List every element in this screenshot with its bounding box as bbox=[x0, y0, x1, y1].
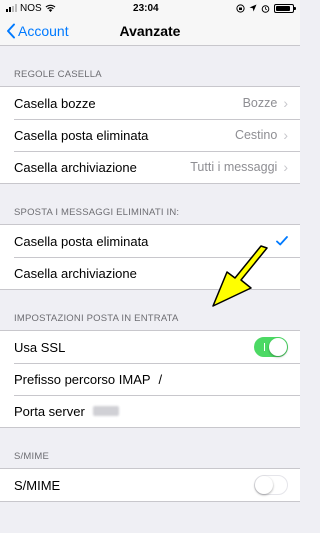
chevron-left-icon bbox=[7, 23, 15, 39]
row-label: S/MIME bbox=[14, 477, 61, 493]
screen-lock-icon bbox=[236, 3, 245, 13]
checkmark-icon bbox=[276, 236, 288, 246]
back-button[interactable]: Account bbox=[6, 16, 69, 46]
drafts-mailbox-row[interactable]: Casella bozze Bozze › bbox=[0, 87, 300, 119]
rules-group: Casella bozze Bozze › Casella posta elim… bbox=[0, 86, 300, 184]
signal-icon bbox=[6, 4, 17, 12]
server-port-row[interactable]: Porta server bbox=[0, 395, 300, 427]
carrier-label: NOS bbox=[20, 2, 42, 14]
battery-fill bbox=[276, 5, 291, 11]
chevron-right-icon: › bbox=[283, 127, 288, 143]
archive-mailbox-row[interactable]: Casella archiviazione Tutti i messaggi › bbox=[0, 151, 300, 183]
row-value: Bozze bbox=[242, 96, 278, 110]
page-title: Avanzate bbox=[119, 22, 181, 39]
wifi-icon bbox=[45, 4, 56, 12]
smime-toggle[interactable] bbox=[254, 475, 288, 495]
row-label: Casella posta eliminata bbox=[14, 127, 149, 143]
location-icon bbox=[249, 4, 257, 12]
section-header-move-deleted: SPOSTA I MESSAGGI ELIMINATI IN: bbox=[14, 207, 180, 218]
imap-prefix-value: / bbox=[158, 371, 163, 387]
battery-icon bbox=[274, 3, 296, 13]
back-label: Account bbox=[18, 23, 69, 39]
chevron-right-icon: › bbox=[283, 95, 288, 111]
server-port-value-redacted bbox=[92, 406, 119, 416]
row-label: Porta server bbox=[14, 403, 85, 419]
status-right bbox=[236, 3, 296, 13]
navigation-bar: Account Avanzate bbox=[0, 16, 300, 46]
imap-prefix-row[interactable]: Prefisso percorso IMAP / bbox=[0, 363, 300, 395]
section-header-smime: S/MIME bbox=[14, 451, 49, 462]
status-bar: NOS 23:04 bbox=[0, 0, 300, 16]
row-label: Prefisso percorso IMAP bbox=[14, 371, 151, 387]
row-label: Casella archiviazione bbox=[14, 159, 137, 175]
row-label: Casella bozze bbox=[14, 95, 96, 111]
chevron-right-icon: › bbox=[283, 159, 288, 175]
section-header-rules: REGOLE CASELLA bbox=[14, 69, 102, 80]
smime-group: S/MIME bbox=[0, 468, 300, 502]
status-left: NOS bbox=[6, 3, 56, 14]
ssl-toggle[interactable] bbox=[254, 337, 288, 357]
deleted-mailbox-row[interactable]: Casella posta eliminata Cestino › bbox=[0, 119, 300, 151]
row-value: Cestino bbox=[234, 128, 278, 142]
annotation-arrow-icon bbox=[212, 245, 268, 307]
incoming-group: Usa SSL Prefisso percorso IMAP / Porta s… bbox=[0, 330, 300, 428]
use-ssl-row: Usa SSL bbox=[0, 331, 300, 363]
smime-row: S/MIME bbox=[0, 469, 300, 501]
alarm-icon bbox=[261, 4, 270, 13]
status-time: 23:04 bbox=[133, 2, 159, 14]
row-label: Usa SSL bbox=[14, 339, 66, 355]
row-value: Tutti i messaggi bbox=[190, 160, 278, 174]
